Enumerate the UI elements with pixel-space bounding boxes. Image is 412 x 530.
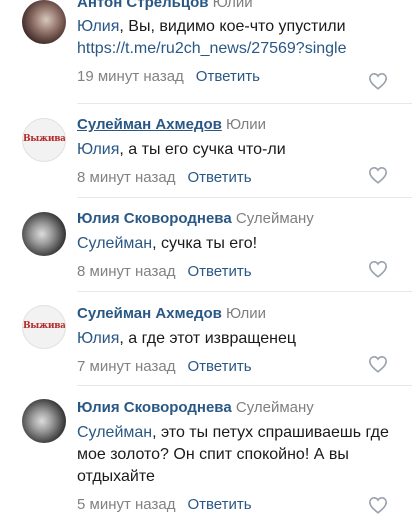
reply-button[interactable]: Ответить (196, 68, 260, 85)
mention-link[interactable]: Юлия (77, 141, 119, 158)
avatar[interactable] (22, 212, 66, 256)
comment-time[interactable]: 7 минут назад (77, 358, 175, 375)
comment-header: Юлия Сковороднева Сулейману (77, 399, 392, 417)
reply-to-name[interactable]: Сулейману (236, 399, 314, 416)
comment-time[interactable]: 19 минут назад (77, 68, 184, 85)
mention-link[interactable]: Юлия (77, 330, 119, 347)
author-name[interactable]: Юлия Сковороднева (77, 210, 232, 227)
divider (77, 197, 412, 198)
comment-header: Антон Стрельцов Юлии (77, 0, 392, 12)
comment-text: Юлия, а где этот извращенец (77, 330, 297, 347)
comment-meta: 19 минут назад Ответить (77, 68, 392, 86)
avatar[interactable]: Выживани (22, 118, 66, 162)
reply-button[interactable]: Ответить (187, 169, 251, 186)
comment-time[interactable]: 8 минут назад (77, 263, 175, 280)
heart-icon[interactable] (368, 496, 388, 514)
author-name[interactable]: Сулейман Ахмедов (77, 305, 222, 322)
divider (77, 291, 412, 292)
comment-time[interactable]: 8 минут назад (77, 169, 175, 186)
comment-text: Юлия, Вы, видимо кое-что упустили https:/… (77, 18, 347, 57)
comment-text: Сулейман, это ты петух спрашиваешь где м… (77, 424, 389, 485)
comment-text: Сулейман, сучка ты его! (77, 235, 258, 252)
heart-icon[interactable] (368, 260, 388, 278)
comment-text: Юлия, а ты его сучка что-ли (77, 141, 286, 158)
mention-link[interactable]: Юлия (77, 18, 119, 35)
comment-meta: 8 минут назад Ответить (77, 169, 392, 187)
comment-meta: 7 минут назад Ответить (77, 358, 392, 376)
external-link[interactable]: https://t.me/ru2ch_news/27569?single (77, 40, 347, 57)
avatar[interactable]: Выживани (22, 305, 66, 349)
divider (77, 385, 412, 386)
author-name[interactable]: Юлия Сковороднева (77, 399, 232, 416)
heart-icon[interactable] (368, 355, 388, 373)
comment-header: Юлия Сковороднева Сулейману (77, 210, 392, 228)
reply-to-name[interactable]: Юлии (226, 305, 266, 322)
comment-header: Сулейман Ахмедов Юлии (77, 116, 392, 134)
comment-meta: 5 минут назад Ответить (77, 496, 392, 514)
reply-to-name[interactable]: Сулейману (236, 210, 314, 227)
avatar[interactable] (22, 0, 66, 44)
mention-link[interactable]: Сулейман (77, 235, 152, 252)
heart-icon[interactable] (368, 166, 388, 184)
divider (77, 103, 412, 104)
comment-header: Сулейман Ахмедов Юлии (77, 305, 392, 323)
reply-to-name[interactable]: Юлии (226, 116, 266, 133)
avatar-text: Выживани (23, 134, 66, 144)
comments-feed: Антон Стрельцов Юлии Юлия, Вы, видимо ко… (0, 0, 412, 530)
heart-icon[interactable] (368, 72, 388, 90)
reply-button[interactable]: Ответить (187, 496, 251, 513)
author-name[interactable]: Антон Стрельцов (77, 0, 208, 11)
mention-link[interactable]: Сулейман (77, 424, 152, 441)
comment-time[interactable]: 5 минут назад (77, 496, 175, 513)
reply-button[interactable]: Ответить (187, 263, 251, 280)
avatar[interactable] (22, 399, 66, 443)
reply-button[interactable]: Ответить (187, 358, 251, 375)
author-name[interactable]: Сулейман Ахмедов (77, 116, 222, 133)
avatar-text: Выживани (23, 321, 66, 331)
reply-to-name[interactable]: Юлии (213, 0, 253, 11)
comment-meta: 8 минут назад Ответить (77, 263, 392, 281)
